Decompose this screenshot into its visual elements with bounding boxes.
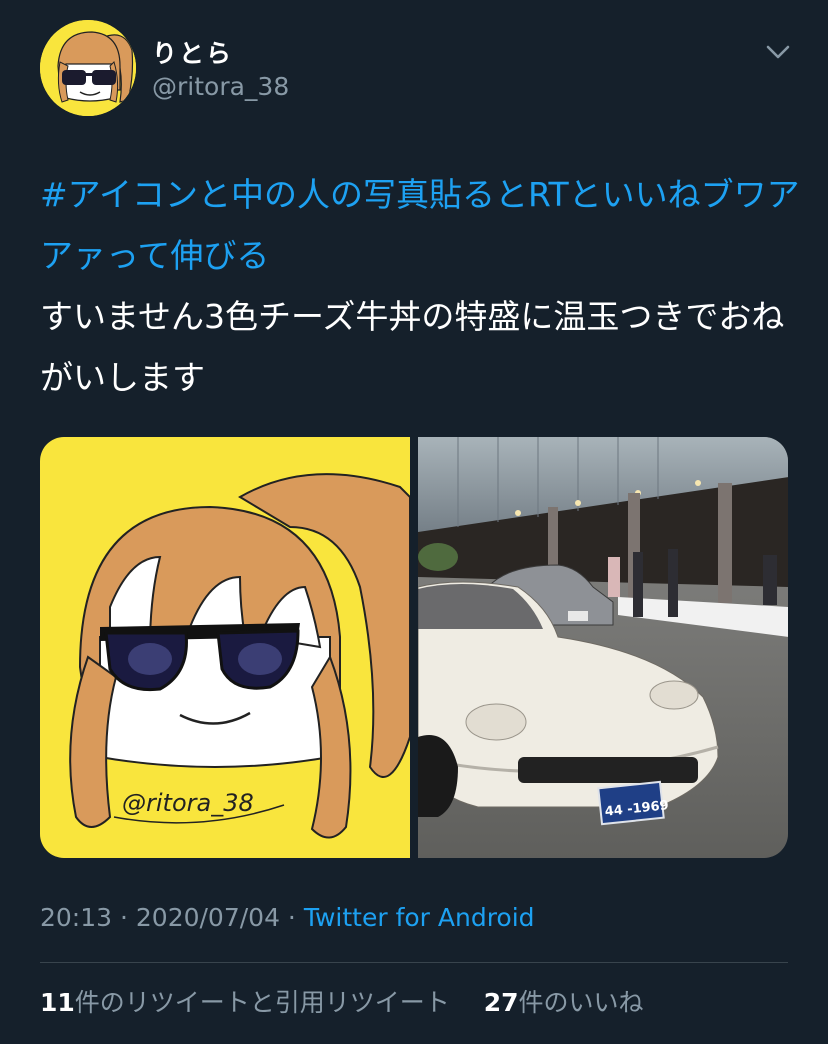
retweets-count: 11 <box>40 988 75 1017</box>
retweets-stat[interactable]: 11件のリツイートと引用リツイート <box>40 988 450 1017</box>
media-photo-car[interactable]: 44 -1969 <box>417 437 788 858</box>
media-photo-drawing[interactable]: @ritora_38 <box>40 437 411 858</box>
divider <box>40 962 788 963</box>
avatar[interactable] <box>40 20 136 116</box>
source-link[interactable]: Twitter for Android <box>304 903 535 932</box>
user-handle[interactable]: @ritora_38 <box>152 72 289 101</box>
drawing-signature: @ritora_38 <box>122 789 254 817</box>
likes-label: 件のいいね <box>518 988 644 1017</box>
media-grid: @ritora_38 44 -1969 <box>40 437 788 858</box>
car-photo-image: 44 -1969 <box>417 437 788 858</box>
tweet-body: すいません3色チーズ牛丼の特盛に温玉つきでおねがいします <box>40 297 785 397</box>
avatar-image <box>40 20 136 116</box>
likes-stat[interactable]: 27件のいいね <box>484 988 644 1017</box>
drawing-image: @ritora_38 <box>40 437 411 858</box>
hashtag-link[interactable]: #アイコンと中の人の写真貼るとRTといいねブワアアァって伸びる <box>40 175 800 275</box>
tweet-time: 20:13 <box>40 903 113 932</box>
tweet-date: 2020/07/04 <box>135 903 280 932</box>
retweets-label: 件のリツイートと引用リツイート <box>74 988 450 1017</box>
chevron-down-icon[interactable] <box>762 38 794 66</box>
engagement-stats: 11件のリツイートと引用リツイート 27件のいいね <box>40 983 644 1019</box>
tweet-meta: 20:13 · 2020/07/04 · Twitter for Android <box>40 903 535 932</box>
display-name[interactable]: りとら <box>152 34 233 70</box>
likes-count: 27 <box>483 988 519 1017</box>
tweet-text: #アイコンと中の人の写真貼るとRTといいねブワアアァって伸びる すいません3色チ… <box>40 164 800 408</box>
meta-separator: · <box>279 903 304 932</box>
meta-separator: · <box>112 903 136 932</box>
